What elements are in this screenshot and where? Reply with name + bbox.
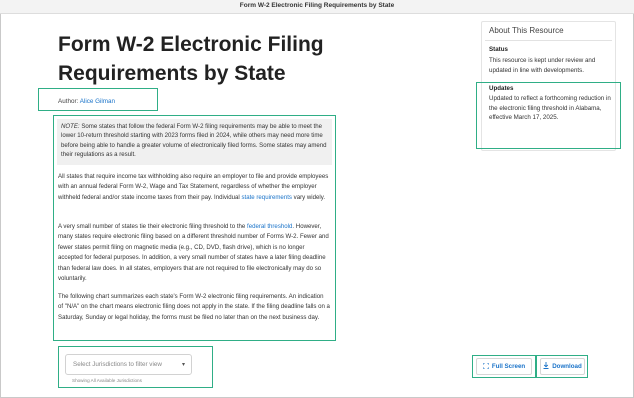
chevron-down-icon: ▾	[181, 362, 185, 368]
full-screen-button[interactable]: Full Screen	[476, 358, 532, 375]
page-title: Form W-2 Electronic Filing Requirements …	[58, 33, 324, 85]
paragraph-state-requirements: All states that require income tax withh…	[58, 172, 330, 203]
window-titlebar: Form W-2 Electronic Filing Requirements …	[0, 0, 634, 14]
paragraph-text: A very small number of states tie their …	[58, 223, 247, 230]
note-text: Some states that follow the federal Form…	[61, 123, 327, 158]
jurisdiction-filter-placeholder: Select Jurisdictions to filter view	[73, 361, 162, 368]
download-label: Download	[552, 363, 582, 370]
full-screen-label: Full Screen	[491, 363, 526, 370]
divider	[485, 40, 612, 41]
paragraph-text: vary widely.	[291, 193, 326, 201]
window-title: Form W-2 Electronic Filing Requirements …	[239, 2, 395, 9]
jurisdiction-filter-select[interactable]: Select Jurisdictions to filter view ▾	[65, 354, 192, 375]
paragraph-chart-summary: The following chart summarizes each stat…	[58, 293, 330, 321]
download-icon	[543, 362, 549, 371]
status-text: This resource is kept under review and u…	[489, 57, 596, 74]
filter-hint: Showing All Available Jurisdictions	[72, 378, 142, 383]
author-link[interactable]: Alice Gilman	[80, 98, 115, 105]
note-callout: NOTE: Some states that follow the federa…	[57, 119, 332, 165]
updates-text: Updated to reflect a forthcoming reducti…	[489, 95, 611, 121]
status-heading: Status	[489, 46, 508, 53]
author-label: Author:	[58, 98, 80, 105]
expand-icon	[482, 362, 490, 371]
about-resource-title: About This Resource	[489, 26, 564, 35]
updates-heading: Updates	[489, 85, 514, 92]
paragraph-federal-threshold: A very small number of states tie their …	[58, 222, 330, 284]
author-line: Author: Alice Gilman	[58, 98, 115, 105]
download-button[interactable]: Download	[540, 358, 585, 375]
federal-threshold-link[interactable]: federal threshold	[247, 223, 292, 230]
note-label: NOTE:	[61, 123, 80, 130]
paragraph-text: . However, many states require electroni…	[58, 223, 329, 283]
state-requirements-link[interactable]: state requirements	[241, 194, 291, 201]
